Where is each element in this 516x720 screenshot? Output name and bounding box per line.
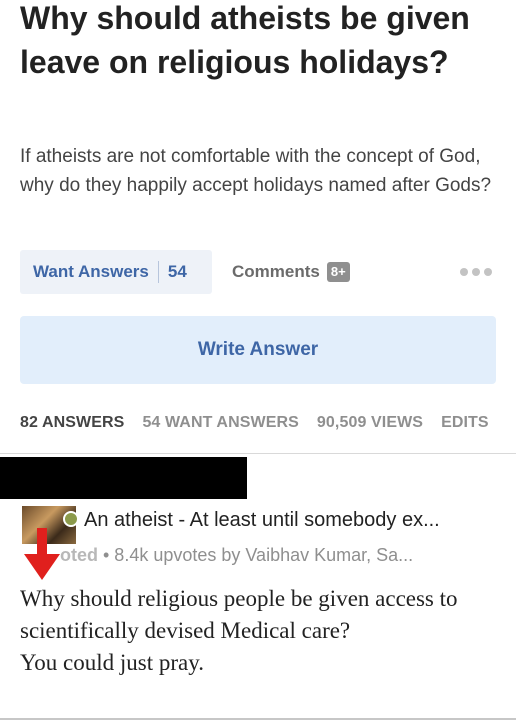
redaction-bar bbox=[0, 457, 247, 499]
dot bbox=[484, 268, 492, 276]
verified-badge-icon bbox=[63, 511, 79, 527]
edits-link[interactable]: EDITS bbox=[441, 414, 489, 432]
write-answer-button[interactable]: Write Answer bbox=[20, 316, 496, 384]
question-details: If atheists are not comfortable with the… bbox=[20, 146, 492, 196]
comments-count-badge: 8+ bbox=[326, 262, 350, 282]
more-dots-icon[interactable] bbox=[460, 268, 492, 276]
dot bbox=[460, 268, 468, 276]
views-count: 90,509 VIEWS bbox=[316, 414, 424, 431]
want-answers-separator bbox=[157, 261, 159, 283]
want-answers-label: Want Answers bbox=[33, 262, 149, 281]
comments-button[interactable]: Comments 8+ bbox=[232, 250, 350, 294]
dot bbox=[472, 268, 480, 276]
upvotes-text[interactable]: • 8.4k upvotes by Vaibhav Kumar, Sa... bbox=[98, 545, 413, 565]
want-answers-button[interactable]: Want Answers 54 bbox=[20, 250, 212, 294]
section-divider bbox=[0, 453, 516, 454]
want-answers-count-link[interactable]: 54 WANT ANSWERS bbox=[142, 414, 298, 432]
question-stats-bar: 82 ANSWERS 54 WANT ANSWERS 90,509 VIEWS EDI… bbox=[20, 414, 516, 432]
answer-paragraph: You could just pray. bbox=[20, 650, 205, 675]
comments-label: Comments bbox=[232, 262, 320, 281]
answer-meta: oted • 8.4k upvotes by Vaibhav Kumar, Sa… bbox=[60, 545, 500, 566]
answer-author-credential[interactable]: An atheist - At least until somebody ex.… bbox=[84, 509, 504, 532]
voted-label: oted bbox=[60, 545, 98, 565]
answer-paragraph: Why should religious people be given acc… bbox=[20, 586, 458, 643]
red-down-arrow-icon bbox=[24, 528, 60, 580]
want-answers-count: 54 bbox=[167, 262, 187, 281]
answer-body: Why should religious people be given acc… bbox=[20, 583, 500, 679]
question-title: Why should atheists be given leave on re… bbox=[20, 0, 470, 80]
write-answer-label: Write Answer bbox=[197, 339, 319, 360]
answers-count-link[interactable]: 82 ANSWERS bbox=[20, 414, 124, 432]
